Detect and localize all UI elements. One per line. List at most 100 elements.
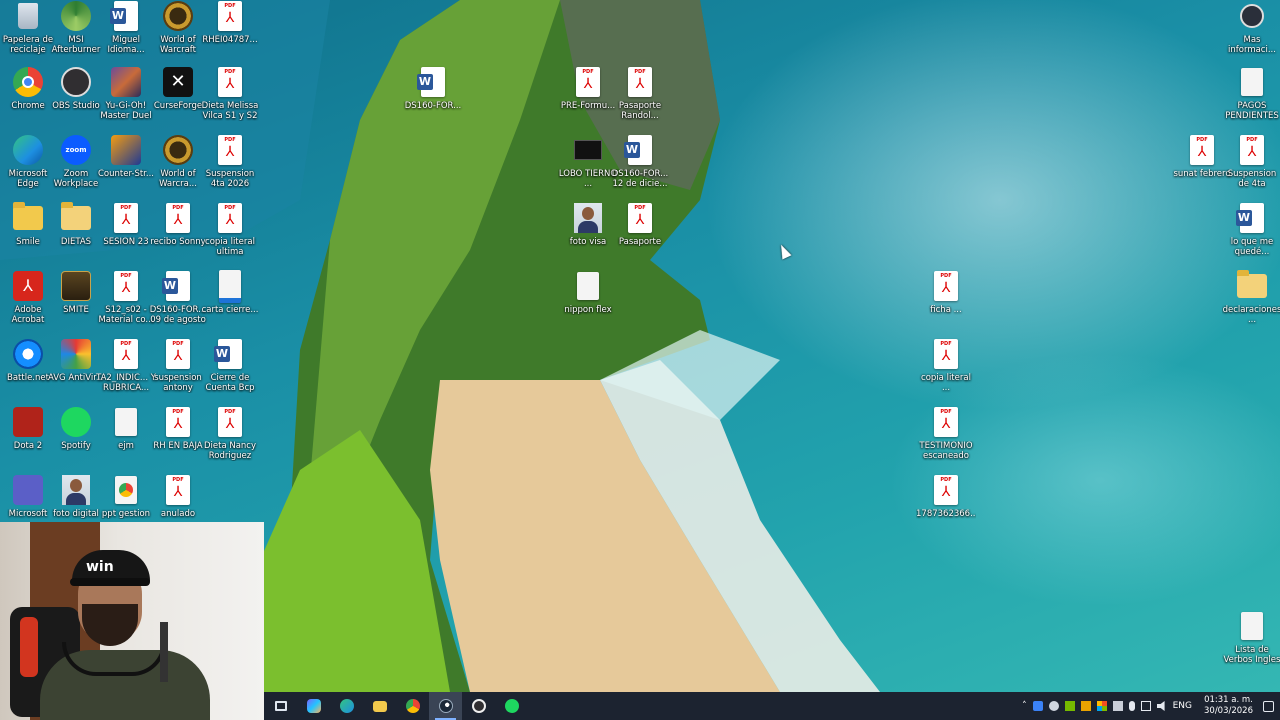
bluetooth-icon[interactable] — [1032, 701, 1043, 711]
icon-label: DS160-FOR... 09 de agosto — [149, 305, 207, 325]
icon-label: Pasaporte — [618, 237, 662, 247]
icon-label: RH EN BAJA — [153, 441, 203, 451]
folder-icon — [1236, 270, 1268, 302]
notifications-icon[interactable] — [1263, 700, 1274, 712]
desktop-icon-ds160-diciembre[interactable]: DS160-FOR... 12 de dicie... — [612, 134, 668, 189]
task-view-button[interactable] — [264, 692, 297, 720]
copilot-button[interactable] — [297, 692, 330, 720]
desktop-icon-sesion-23[interactable]: SESION 23 — [98, 202, 154, 247]
taskbar: ˄ ENG 01:31 a. m. 30/03/2026 — [264, 692, 1280, 720]
pdf-file-icon — [930, 474, 962, 506]
desktop-icon-foto-visa[interactable]: foto visa — [560, 202, 616, 247]
icon-label: Mas informaci... — [1228, 35, 1276, 55]
desktop-icon-anulado[interactable]: anulado — [150, 474, 206, 519]
spotify-button[interactable] — [495, 692, 528, 720]
clock[interactable]: 01:31 a. m. 30/03/2026 — [1204, 695, 1253, 717]
desktop-icon-carta-cierre[interactable]: carta cierre... — [201, 269, 259, 315]
edge-button[interactable] — [330, 692, 363, 720]
desktop-icon-recibo-sonny[interactable]: recibo Sonny — [150, 202, 206, 247]
desktop-icon-counter-strike[interactable]: Counter-Str... — [98, 134, 154, 179]
desktop-icon-ta2-indic[interactable]: TA2_INDIC... Y RUBRICA... — [96, 338, 156, 393]
icon-label: carta cierre... — [201, 305, 259, 315]
desktop-icon-suspension-antony[interactable]: suspension antony — [150, 338, 206, 393]
pdf-file-icon — [1186, 134, 1218, 166]
display-icon[interactable] — [1140, 701, 1151, 711]
chrome-file-icon — [110, 474, 142, 506]
chevron-up-icon[interactable]: ˄ — [1022, 701, 1027, 711]
chrome-button[interactable] — [396, 692, 429, 720]
microphone-stand — [160, 622, 168, 682]
usb-device-icon[interactable] — [1112, 701, 1123, 711]
microphone-icon[interactable] — [1128, 701, 1135, 711]
desktop-icon-world-of-warcraft[interactable]: World of Warcraft — [150, 0, 206, 55]
photo-icon — [572, 202, 604, 234]
desktop-icon-pagos-pendientes[interactable]: PAGOS PENDIENTES — [1224, 66, 1280, 121]
desktop-icon-ppt-gestion[interactable]: ppt gestion — [98, 474, 154, 519]
desktop-icon-pre-formu[interactable]: PRE-Formu... — [560, 66, 616, 111]
desktop-icon-pasaporte[interactable]: Pasaporte — [612, 202, 668, 247]
acrobat-icon: ⅄ — [12, 270, 44, 302]
spotify-icon — [60, 406, 92, 438]
icon-label: Suspension de 4ta — [1227, 169, 1277, 189]
windows-update-icon[interactable] — [1096, 701, 1107, 711]
icon-label: foto visa — [569, 237, 607, 247]
desktop-icon-zoom[interactable]: zoom Zoom Workplace — [48, 134, 104, 189]
desktop-icon-pasaporte-randol[interactable]: Pasaporte Randol... — [612, 66, 668, 121]
copilot-icon — [306, 699, 321, 713]
desktop-icon-mas-informacion[interactable]: Mas informaci... — [1224, 0, 1280, 55]
obs-studio-icon — [60, 66, 92, 98]
icon-label: TESTIMONIO escaneado — [919, 441, 973, 461]
msi-afterburner-icon — [60, 0, 92, 32]
desktop-icon-s12-s02[interactable]: S12_s02 - Material co... — [98, 270, 154, 325]
world-of-warcraft-icon — [162, 134, 194, 166]
clock-time: 01:31 a. m. — [1204, 695, 1253, 705]
desktop-icon-world-of-warcraft-2[interactable]: World of Warcra... — [150, 134, 206, 189]
desktop-icon-nippon-flex[interactable]: nippon flex — [560, 270, 616, 315]
desktop-icon-ds160-agosto[interactable]: DS160-FOR... 09 de agosto — [150, 270, 206, 325]
icon-label: copia literal ... — [921, 373, 971, 393]
pdf-file-icon — [162, 474, 194, 506]
desktop-icon-dieta-melissa[interactable]: Dieta Melissa Vilca S1 y S2 — [202, 66, 258, 121]
desktop-icon-lista-verbos[interactable]: Lista de Verbos Ingles — [1224, 610, 1280, 665]
pdf-file-icon — [162, 202, 194, 234]
pdf-file-icon — [930, 338, 962, 370]
desktop-icon-curseforge[interactable]: ✕ CurseForge — [150, 66, 206, 111]
icon-label: Dieta Nancy Rodriguez — [203, 441, 257, 461]
language-indicator[interactable]: ENG — [1173, 701, 1192, 711]
desktop-icon-lo-que-me-quede[interactable]: lo que me quedé... — [1224, 202, 1280, 257]
desktop-icon-testimonio[interactable]: TESTIMONIO escaneado — [918, 406, 974, 461]
desktop-icon-rh-en-baja[interactable]: RH EN BAJA — [150, 406, 206, 451]
desktop-icon-rhei04787[interactable]: RHEI04787... — [202, 0, 258, 45]
desktop-icon-cierre-cuenta-bcp[interactable]: Cierre de Cuenta Bcp — [202, 338, 258, 393]
icon-label: Dieta Melissa Vilca S1 y S2 — [201, 101, 259, 121]
file-explorer-button[interactable] — [363, 692, 396, 720]
nvidia-icon[interactable] — [1064, 701, 1075, 711]
steam-button[interactable] — [429, 692, 462, 720]
desktop-icon-miguel-idioma[interactable]: Miguel Idioma... — [98, 0, 154, 55]
icon-label: Counter-Str... — [97, 169, 155, 179]
desktop-icon-ficha[interactable]: ficha ... — [918, 270, 974, 315]
pdf-file-icon — [930, 270, 962, 302]
app-tray-icon[interactable] — [1080, 701, 1091, 711]
security-icon[interactable] — [1048, 701, 1059, 711]
desktop-icon-lobo-tierno[interactable]: LOBO TIERNO ... — [559, 134, 617, 189]
volume-icon[interactable] — [1156, 701, 1165, 711]
folder-icon — [60, 202, 92, 234]
desktop-icon-declaraciones[interactable]: declaraciones ... — [1223, 270, 1280, 325]
desktop-icon-copia-literal[interactable]: copia literal ... — [918, 338, 974, 393]
desktop-icon-1787362366[interactable]: 1787362366... — [916, 474, 976, 519]
task-view-icon — [274, 701, 287, 711]
desktop-icon-ds160-for[interactable]: DS160-FOR... — [405, 66, 461, 111]
icon-label: Suspension 4ta 2026 — [205, 169, 255, 189]
desktop-icon-dieta-nancy[interactable]: Dieta Nancy Rodriguez — [202, 406, 258, 461]
blank-file-icon — [572, 270, 604, 302]
obs-button[interactable] — [462, 692, 495, 720]
desktop-icon-yugioh[interactable]: Yu-Gi-Oh! Master Duel — [98, 66, 154, 121]
icon-label: DS160-FOR... 12 de dicie... — [611, 169, 669, 189]
desktop-icon-suspension-de-4ta[interactable]: Suspension de 4ta — [1224, 134, 1280, 189]
word-document-icon — [624, 134, 656, 166]
desktop-icon-ejm[interactable]: ejm — [98, 406, 154, 451]
desktop-icon-copia-literal-ultima[interactable]: copia literal ultima — [202, 202, 258, 257]
avg-icon — [60, 338, 92, 370]
desktop-icon-suspension-4ta-2026[interactable]: Suspension 4ta 2026 — [202, 134, 258, 189]
